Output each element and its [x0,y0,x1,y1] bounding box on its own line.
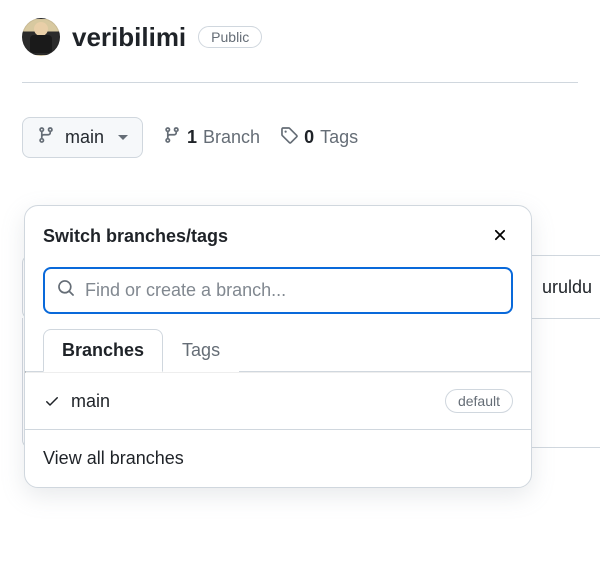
branch-icon [163,126,181,149]
branch-search-input[interactable] [85,280,499,301]
repo-toolbar: main 1 Branch 0 Tags [0,83,600,158]
popover-tabs: Branches Tags [25,328,531,371]
branch-list-item[interactable]: main default [25,373,531,429]
close-button[interactable] [487,222,513,251]
popover-header: Switch branches/tags [25,206,531,261]
caret-down-icon [118,135,128,140]
branches-link[interactable]: 1 Branch [163,126,260,149]
repo-header: veribilimi Public [0,0,600,74]
tab-tags[interactable]: Tags [163,329,239,372]
branch-item-left: main [43,391,110,412]
branch-count: 1 [187,127,197,148]
tag-count-label: Tags [320,127,358,148]
check-icon [43,393,61,409]
tag-count: 0 [304,127,314,148]
commit-message-partial: uruldu [542,277,592,298]
branch-picker-label: main [65,127,104,148]
tag-icon [280,126,298,149]
branch-item-name: main [71,391,110,412]
popover-title: Switch branches/tags [43,226,228,247]
branch-picker-button[interactable]: main [22,117,143,158]
tags-link[interactable]: 0 Tags [280,126,358,149]
avatar[interactable] [22,18,60,56]
tab-branches[interactable]: Branches [43,329,163,372]
search-wrap [25,261,531,328]
visibility-badge: Public [198,26,262,48]
repo-name[interactable]: veribilimi [72,22,186,53]
close-icon [491,226,509,247]
search-icon [57,279,75,302]
default-badge: default [445,389,513,413]
search-box[interactable] [43,267,513,314]
branch-switcher-popover: Switch branches/tags Branches Tags main … [24,205,532,488]
branch-icon [37,126,55,149]
branch-count-label: Branch [203,127,260,148]
view-all-branches-link[interactable]: View all branches [25,430,531,487]
